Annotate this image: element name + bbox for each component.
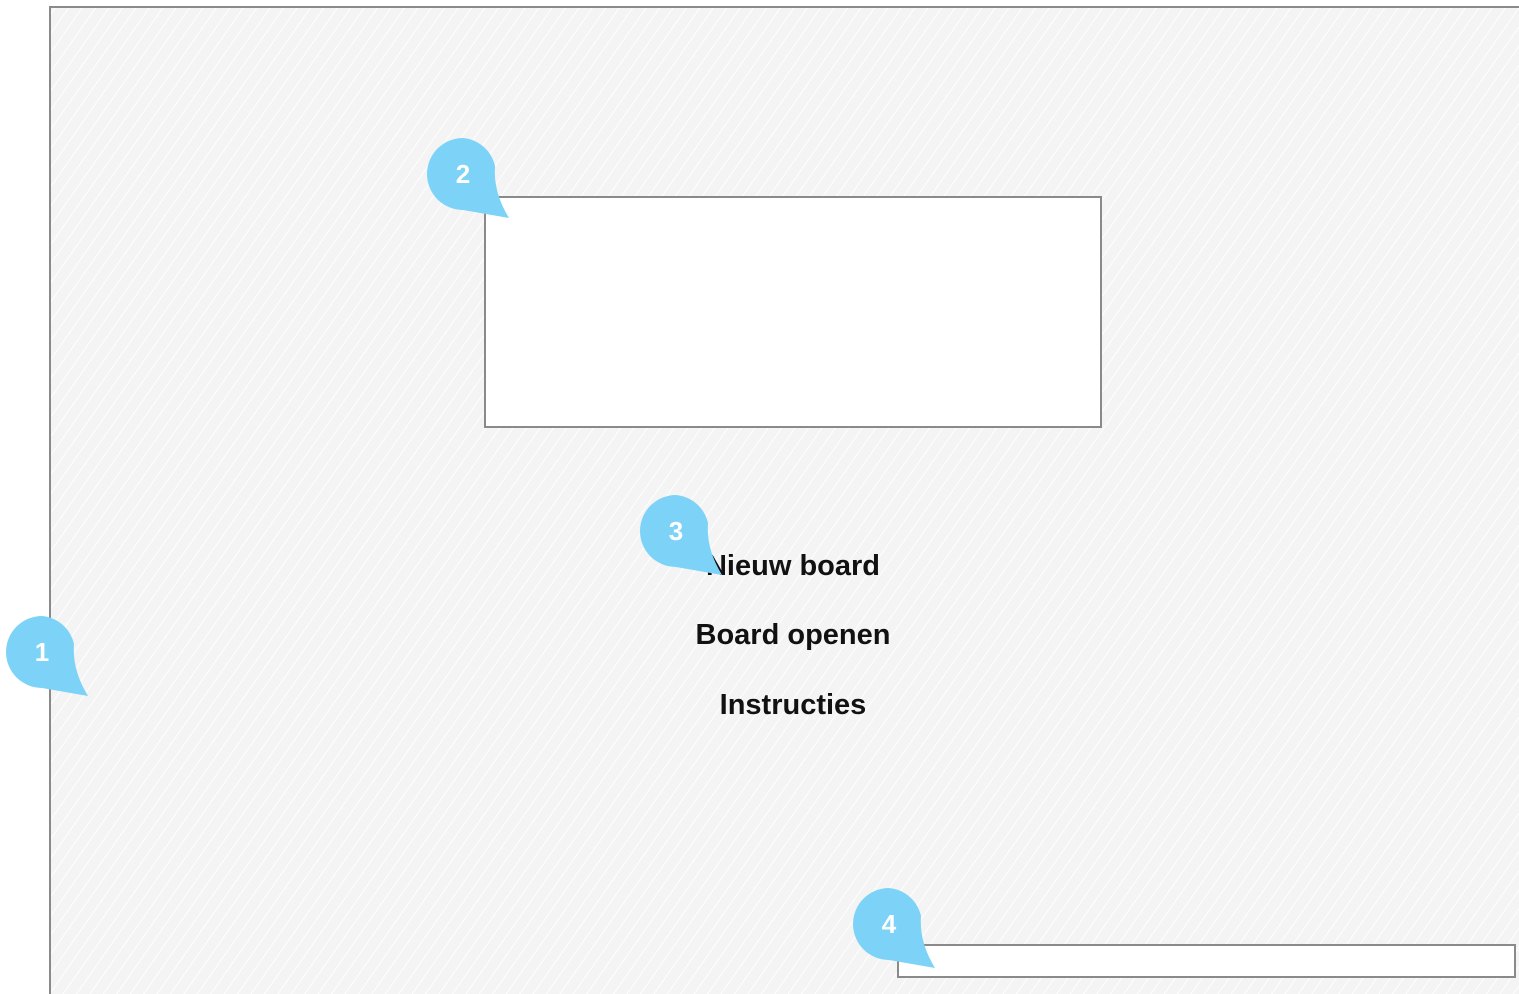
marker-label: 3 <box>668 516 684 546</box>
marker-label: 2 <box>455 159 471 189</box>
annotation-marker-1: 1 <box>6 616 88 696</box>
annotation-marker-4: 4 <box>853 888 935 968</box>
menu-item-instructions[interactable]: Instructies <box>593 687 993 723</box>
annotation-marker-2: 2 <box>427 138 509 218</box>
marker-label: 1 <box>34 637 50 667</box>
logo-placeholder <box>484 196 1102 428</box>
marker-label: 4 <box>881 909 897 939</box>
footer-placeholder <box>897 944 1516 978</box>
annotation-marker-3: 3 <box>640 495 722 575</box>
menu-item-open-board[interactable]: Board openen <box>593 617 993 653</box>
wireframe-canvas: Nieuw board Board openen Instructies 1 2… <box>0 0 1519 994</box>
screen-frame <box>49 6 1519 994</box>
